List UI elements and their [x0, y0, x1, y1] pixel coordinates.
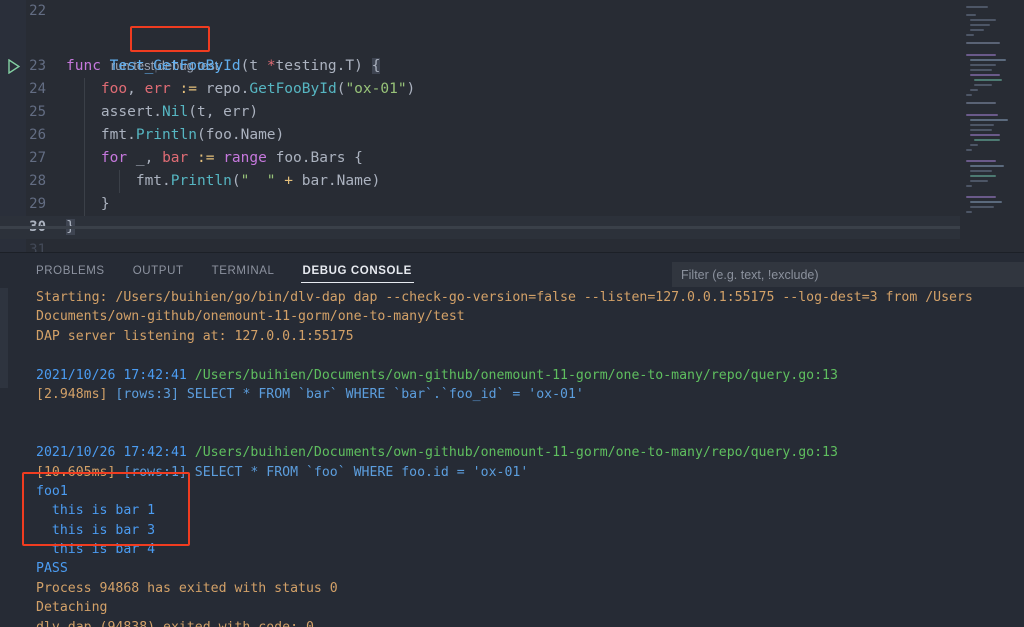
line-number: 28: [29, 173, 46, 189]
vscode-window: 22 run test|debug test 23 func Test_GetF…: [0, 0, 1024, 627]
console-line: dlv dap (94838) exited with code: 0: [0, 618, 1024, 627]
code-line: 31: [0, 239, 1024, 252]
panel-tabs[interactable]: PROBLEMS OUTPUT TERMINAL DEBUG CONSOLE: [22, 253, 426, 288]
tab-problems-label: PROBLEMS: [36, 264, 105, 277]
line-number: 31: [29, 242, 46, 252]
console-line: Starting: /Users/buihien/go/bin/dlv-dap …: [36, 290, 973, 305]
console-line: [2.948ms] [rows:3] SELECT * FROM `bar` W…: [36, 386, 584, 402]
code-line: 23 func Test_GetFooById(t *testing.T) {: [0, 55, 1024, 78]
console-line-output: this is bar 1: [36, 503, 156, 519]
editor-minimap[interactable]: [960, 0, 1024, 252]
console-line: 2021/10/26 17:42:41 /Users/buihien/Docum…: [36, 445, 838, 461]
code-text: for _, bar := range foo.Bars {: [100, 150, 363, 166]
code-line: 26 fmt.Println(foo.Name): [0, 124, 1024, 147]
console-line-output: foo1: [36, 483, 68, 499]
console-line: [10.605ms] [rows:1] SELECT * FROM `foo` …: [36, 464, 529, 480]
code-line: 28 fmt.Println(" " + bar.Name): [0, 170, 1024, 193]
console-line: Detaching: [36, 600, 108, 616]
console-line-output: this is bar 3: [36, 522, 156, 538]
debug-console-output[interactable]: Starting: /Users/buihien/go/bin/dlv-dap …: [0, 288, 1024, 627]
line-number: 27: [29, 150, 46, 166]
code-text: func Test_GetFooById(t *testing.T) {: [66, 58, 381, 74]
console-line: DAP server listening at: 127.0.0.1:55175: [36, 328, 354, 344]
tab-terminal[interactable]: TERMINAL: [198, 253, 289, 288]
line-number: 29: [29, 196, 46, 212]
bottom-panel: PROBLEMS OUTPUT TERMINAL DEBUG CONSOLE S…: [0, 253, 1024, 627]
tab-debug-console[interactable]: DEBUG CONSOLE: [289, 253, 426, 288]
tab-problems[interactable]: PROBLEMS: [22, 253, 119, 288]
console-line: 2021/10/26 17:42:41 /Users/buihien/Docum…: [36, 367, 838, 383]
tab-debug-console-label: DEBUG CONSOLE: [302, 264, 412, 277]
code-text: }: [100, 196, 110, 212]
line-number: 22: [29, 3, 46, 19]
tab-output[interactable]: OUTPUT: [119, 253, 198, 288]
code-line: 29 }: [0, 193, 1024, 216]
code-line: 22: [0, 0, 1024, 23]
console-line: Process 94868 has exited with status 0: [36, 580, 338, 596]
code-editor[interactable]: 22 run test|debug test 23 func Test_GetF…: [0, 0, 1024, 252]
tab-terminal-label: TERMINAL: [211, 264, 275, 277]
tab-output-label: OUTPUT: [132, 264, 184, 277]
line-number: 24: [29, 81, 46, 97]
code-text: assert.Nil(t, err): [100, 104, 259, 120]
editor-horizontal-scrollbar[interactable]: [0, 226, 1024, 229]
line-number: 25: [29, 104, 46, 120]
code-text: fmt.Println(foo.Name): [100, 127, 285, 143]
line-number: 26: [29, 127, 46, 143]
filter-input[interactable]: [672, 262, 1024, 287]
code-line: 27 for _, bar := range foo.Bars {: [0, 147, 1024, 170]
code-text: fmt.Println(" " + bar.Name): [135, 173, 381, 189]
line-number: 23: [29, 58, 46, 74]
code-line: 24 foo, err := repo.GetFooById("ox-01"): [0, 78, 1024, 101]
console-line: Documents/own-github/onemount-11-gorm/on…: [36, 309, 465, 325]
code-line: 25 assert.Nil(t, err): [0, 101, 1024, 124]
console-line-pass: PASS: [36, 561, 68, 577]
console-line-output: this is bar 4: [36, 542, 156, 558]
code-lines: 22 run test|debug test 23 func Test_GetF…: [0, 0, 1024, 252]
code-text: foo, err := repo.GetFooById("ox-01"): [100, 81, 416, 97]
